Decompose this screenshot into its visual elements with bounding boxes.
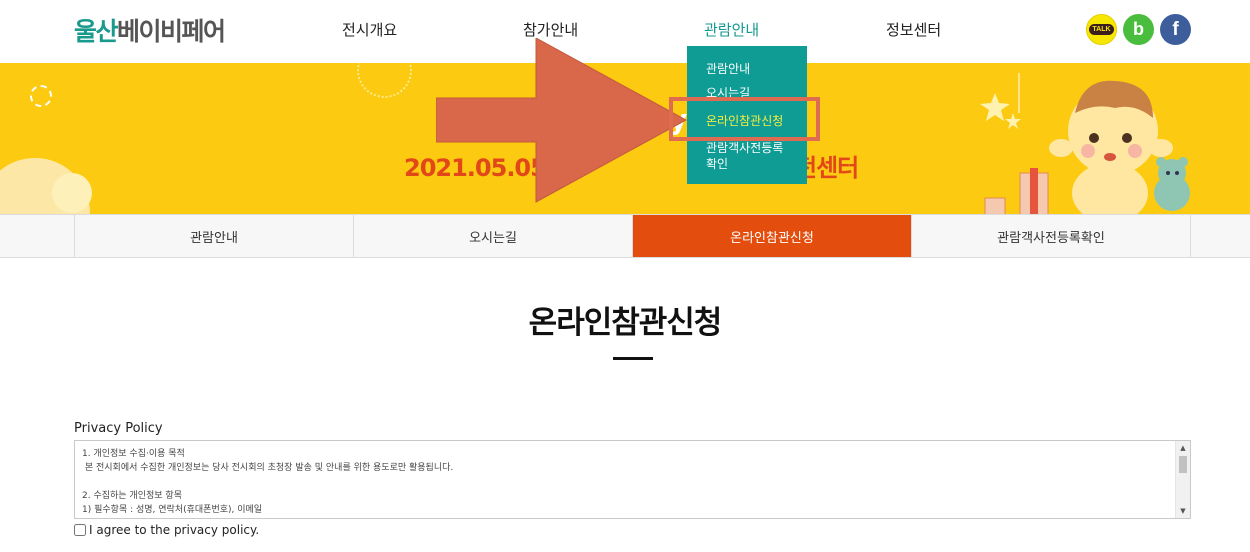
title-divider [613, 357, 653, 360]
scrollbar-thumb[interactable] [1179, 456, 1187, 473]
scroll-up-icon[interactable]: ▲ [1176, 441, 1190, 455]
logo-part-2: 베이비페어 [117, 17, 226, 46]
decor-circle [357, 63, 412, 98]
decor-circle [30, 85, 52, 107]
tab-online-registration[interactable]: 온라인참관신청 [632, 215, 911, 257]
scrollbar[interactable]: ▲ ▼ [1175, 441, 1190, 518]
page: aby 2021.05.05(수 전센터 [0, 0, 1250, 552]
band-icon[interactable]: b [1123, 14, 1154, 45]
facebook-icon[interactable]: f [1160, 14, 1191, 45]
privacy-policy-textarea[interactable]: 1. 개인정보 수집·이용 목적 본 전시회에서 수집한 개인정보는 당사 전시… [74, 440, 1191, 519]
sub-tabs: 관람안내 오시는길 온라인참관신청 관람객사전등록확인 [0, 214, 1250, 258]
logo-part-1: 울산 [74, 17, 119, 46]
agree-label[interactable]: I agree to the privacy policy. [89, 523, 259, 537]
privacy-agreement: I agree to the privacy policy. [74, 523, 259, 537]
privacy-policy-text: 1. 개인정보 수집·이용 목적 본 전시회에서 수집한 개인정보는 당사 전시… [82, 449, 454, 515]
nav-info-center[interactable]: 정보센터 [886, 19, 941, 40]
annotation-arrow [436, 38, 688, 203]
scroll-down-icon[interactable]: ▼ [1176, 504, 1190, 518]
nav-overview[interactable]: 전시개요 [342, 19, 397, 40]
baby-illustration [980, 73, 1190, 214]
dropdown-item-pre-registration[interactable]: 관람객사전등록 [706, 139, 783, 156]
annotation-highlight-box [669, 97, 820, 141]
dropdown-item-pre-registration-check[interactable]: 확인 [706, 155, 728, 172]
dropdown-item-visitor-info[interactable]: 관람안내 [706, 60, 750, 77]
nav-visitor-info[interactable]: 관람안내 [704, 19, 759, 40]
site-logo[interactable]: 울산베이비페어 [74, 12, 226, 48]
decor-circle [52, 173, 92, 213]
page-title: 온라인참관신청 [528, 305, 723, 341]
tab-pre-registration-check[interactable]: 관람객사전등록확인 [911, 215, 1191, 257]
tab-visitor-info[interactable]: 관람안내 [74, 215, 353, 257]
agree-checkbox[interactable] [74, 524, 86, 536]
nav-participation[interactable]: 참가안내 [523, 19, 578, 40]
kakaotalk-label: TALK [1089, 24, 1114, 35]
kakaotalk-icon[interactable]: TALK [1086, 14, 1117, 45]
tab-directions[interactable]: 오시는길 [353, 215, 632, 257]
privacy-policy-label: Privacy Policy [74, 421, 163, 436]
